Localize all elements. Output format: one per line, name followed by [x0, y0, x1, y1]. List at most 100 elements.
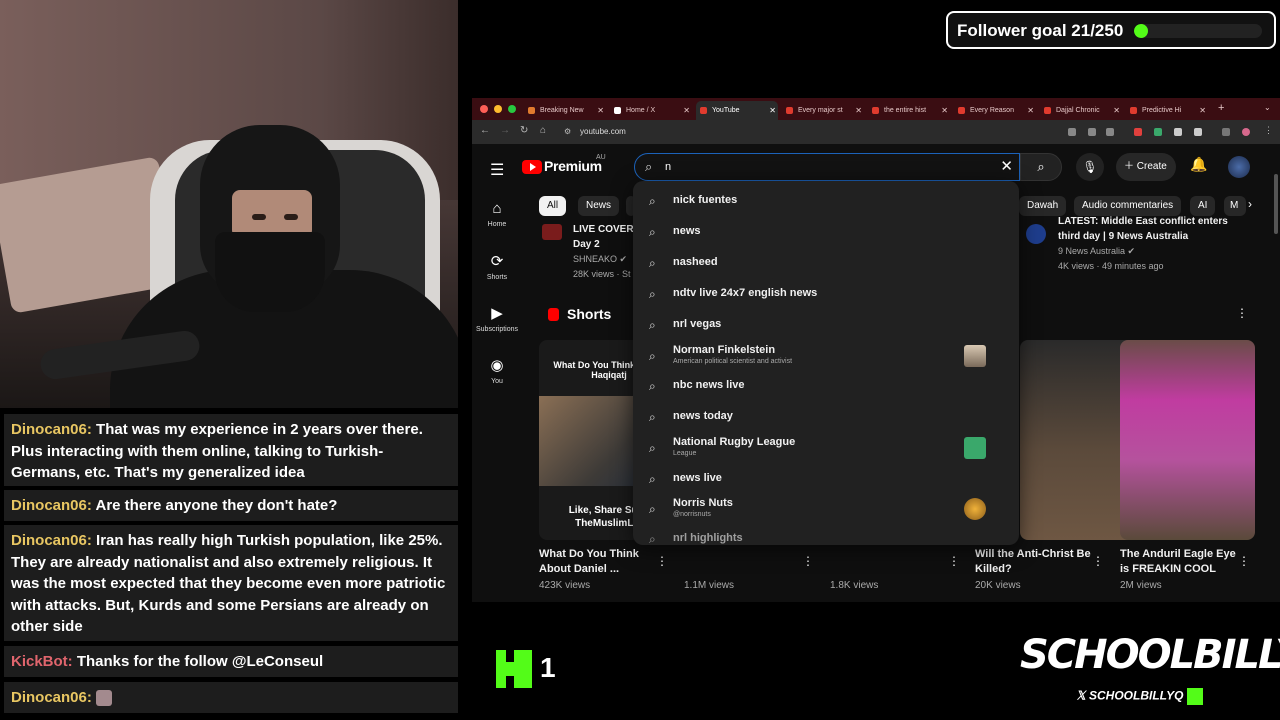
- more-options-icon[interactable]: ⋮: [1238, 554, 1250, 568]
- video-title[interactable]: LIVE COVER: [573, 222, 633, 237]
- search-button[interactable]: ⌕: [1020, 153, 1062, 181]
- suggestion-item[interactable]: ⌕ Norman Finkelstein American political sc…: [633, 342, 1019, 372]
- sidebar-item-you[interactable]: ◉ You: [472, 356, 522, 385]
- browser-tab[interactable]: Predictive Hi ✕: [1126, 101, 1208, 120]
- cast-icon[interactable]: [1088, 128, 1096, 136]
- chip-news[interactable]: News: [578, 196, 620, 216]
- suggestion-item[interactable]: ⌕ nasheed: [633, 249, 1019, 279]
- browser-menu-icon[interactable]: ⋮: [1264, 125, 1273, 136]
- suggestion-item[interactable]: ⌕ nbc news live: [633, 372, 1019, 402]
- emote-icon: [96, 690, 113, 707]
- close-window-button[interactable]: [480, 105, 488, 113]
- close-tab-icon[interactable]: ✕: [597, 101, 604, 120]
- close-tab-icon[interactable]: ✕: [1113, 101, 1120, 120]
- suggestion-item[interactable]: ⌕ news live: [633, 465, 1019, 495]
- youtube-premium-logo[interactable]: Premium: [544, 158, 602, 174]
- verified-icon: ✔: [619, 254, 628, 264]
- suggestion-item[interactable]: ⌕ National Rugby League League: [633, 434, 1019, 464]
- browser-tab-active[interactable]: YouTube ✕: [696, 101, 778, 120]
- suggestion-item[interactable]: ⌕ news today: [633, 403, 1019, 433]
- video-title[interactable]: third day | 9 News Australia: [1058, 229, 1248, 244]
- suggestion-item[interactable]: ⌕ news: [633, 218, 1019, 248]
- more-options-icon[interactable]: ⋮: [1092, 554, 1104, 568]
- maximize-window-button[interactable]: [508, 105, 516, 113]
- suggestion-thumbnail: [964, 437, 986, 459]
- close-tab-icon[interactable]: ✕: [1199, 101, 1206, 120]
- home-icon[interactable]: ⌂: [540, 125, 546, 136]
- chip-dawah[interactable]: Dawah: [1019, 196, 1067, 216]
- video-card[interactable]: LATEST: Middle East conflict enters thir…: [1058, 214, 1248, 274]
- channel-avatar[interactable]: [1026, 224, 1046, 244]
- voice-search-button[interactable]: 🎙: [1076, 153, 1104, 181]
- create-button[interactable]: ＋ Create: [1116, 153, 1176, 181]
- more-options-icon[interactable]: ⋮: [1236, 306, 1248, 320]
- chip-audio-commentaries[interactable]: Audio commentaries: [1074, 196, 1182, 216]
- more-options-icon[interactable]: ⋮: [802, 554, 814, 568]
- extension-icon[interactable]: [1134, 128, 1142, 136]
- chip-ai[interactable]: AI: [1190, 196, 1216, 216]
- url-field[interactable]: youtube.com: [580, 127, 626, 136]
- channel-name[interactable]: 9 News Australia: [1058, 246, 1125, 256]
- youtube-logo-icon[interactable]: [522, 160, 542, 174]
- sidebar-item-subscriptions[interactable]: ▶ Subscriptions: [472, 304, 522, 333]
- close-tab-icon[interactable]: ✕: [1027, 101, 1034, 120]
- video-title[interactable]: LATEST: Middle East conflict enters: [1058, 214, 1248, 229]
- sidebar-item-home[interactable]: ⌂ Home: [472, 200, 522, 228]
- site-settings-icon[interactable]: ⚙: [564, 127, 571, 136]
- sidebar-item-shorts[interactable]: ⟳ Shorts: [472, 252, 522, 281]
- search-icon: ⌕: [649, 410, 656, 424]
- browser-tab[interactable]: Home / X ✕: [610, 101, 692, 120]
- short-thumbnail[interactable]: [1120, 340, 1255, 540]
- extensions-puzzle-icon[interactable]: [1194, 128, 1202, 136]
- browser-tab[interactable]: Every Reason ✕: [954, 101, 1036, 120]
- browser-tab[interactable]: Breaking New ✕: [524, 101, 606, 120]
- short-views: 423K views: [539, 580, 591, 591]
- search-icon: ⌕: [649, 502, 656, 516]
- more-options-icon[interactable]: ⋮: [948, 554, 960, 568]
- close-tab-icon[interactable]: ✕: [855, 101, 862, 120]
- channel-avatar[interactable]: [542, 224, 562, 240]
- suggestion-item[interactable]: ⌕ Norris Nuts @norrisnuts: [633, 495, 1019, 525]
- chip-more[interactable]: M: [1224, 196, 1246, 216]
- video-card[interactable]: LIVE COVER Day 2 SHNEAKO ✔ 28K views · S…: [573, 222, 633, 282]
- new-tab-button[interactable]: +: [1218, 102, 1224, 114]
- chip-all[interactable]: All: [539, 196, 567, 216]
- bookmark-star-icon[interactable]: [1106, 128, 1114, 136]
- forward-icon[interactable]: →: [500, 125, 510, 136]
- tab-list-chevron-icon[interactable]: ⌄: [1264, 103, 1271, 112]
- browser-tab[interactable]: Every major st ✕: [782, 101, 864, 120]
- extension-icon[interactable]: [1174, 128, 1182, 136]
- short-views: 1.8K views: [830, 580, 879, 591]
- search-box[interactable]: ⌕ ✕: [634, 153, 1020, 181]
- profile-avatar-icon[interactable]: [1242, 128, 1250, 136]
- browser-tab[interactable]: Dajjal Chronic ✕: [1040, 101, 1122, 120]
- account-avatar[interactable]: [1228, 156, 1250, 178]
- notifications-bell-icon[interactable]: 🔔: [1190, 156, 1207, 173]
- sidebar-icon[interactable]: [1222, 128, 1230, 136]
- search-input[interactable]: [665, 159, 965, 175]
- chip-scroll-right-icon[interactable]: ›: [1248, 197, 1252, 211]
- suggestion-item[interactable]: ⌕ nick fuentes: [633, 187, 1019, 217]
- tab-title: Every Reason: [970, 107, 1014, 114]
- more-options-icon[interactable]: ⋮: [656, 554, 668, 568]
- minimize-window-button[interactable]: [494, 105, 502, 113]
- suggestion-item[interactable]: ⌕ ndtv live 24x7 english news: [633, 280, 1019, 310]
- video-title[interactable]: Day 2: [573, 237, 633, 252]
- suggestion-item[interactable]: ⌕ nrl vegas: [633, 311, 1019, 341]
- extension-icon[interactable]: [1154, 128, 1162, 136]
- scrollbar[interactable]: [1274, 174, 1278, 234]
- zoom-icon[interactable]: [1068, 128, 1076, 136]
- short-title[interactable]: The Anduril Eagle Eye is FREAKIN COOL: [1120, 547, 1240, 577]
- suggestion-item[interactable]: ⌕ nrl highlights: [633, 525, 1019, 545]
- clear-search-icon[interactable]: ✕: [1000, 157, 1013, 175]
- channel-name[interactable]: SHNEAKO: [573, 254, 617, 264]
- hamburger-menu-icon[interactable]: ☰: [490, 160, 504, 180]
- close-tab-icon[interactable]: ✕: [941, 101, 948, 120]
- reload-icon[interactable]: ↻: [520, 125, 528, 136]
- close-tab-icon[interactable]: ✕: [769, 101, 776, 120]
- short-title[interactable]: Will the Anti-Christ Be Killed?: [975, 547, 1095, 577]
- back-icon[interactable]: ←: [480, 125, 490, 136]
- short-title[interactable]: What Do You Think About Daniel ...: [539, 547, 659, 577]
- browser-tab[interactable]: the entire hist ✕: [868, 101, 950, 120]
- close-tab-icon[interactable]: ✕: [683, 101, 690, 120]
